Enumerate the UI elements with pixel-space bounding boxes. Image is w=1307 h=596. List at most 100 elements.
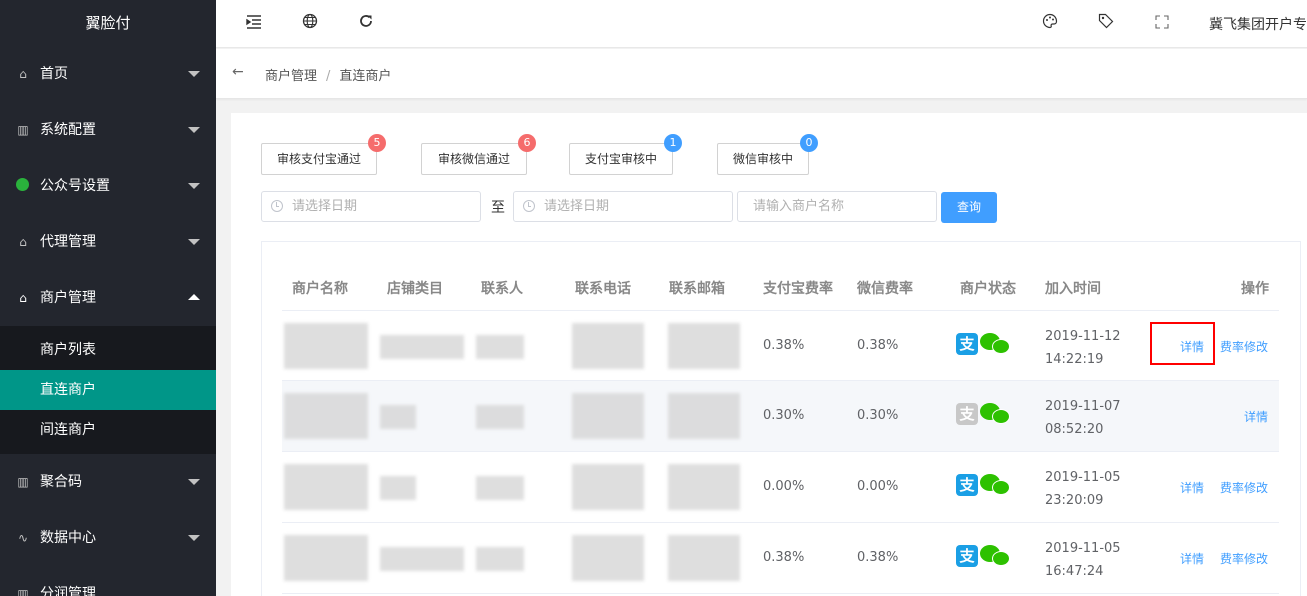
alipay-inactive-icon: 支 xyxy=(956,403,978,425)
wechat-rate: 0.30% xyxy=(857,408,899,423)
wechat-pay-icon xyxy=(980,403,1011,427)
wechat-pay-icon xyxy=(980,333,1011,357)
column-header: 联系邮箱 xyxy=(669,281,725,297)
sidebar-item-profit-sharing[interactable]: ▥ 分润管理 xyxy=(0,566,216,596)
end-date-input[interactable]: 请选择日期 xyxy=(513,191,733,222)
join-date: 2019-11-05 xyxy=(1045,541,1121,556)
query-button[interactable]: 查询 xyxy=(941,192,997,223)
sidebar-item-data-center[interactable]: ∿ 数据中心 xyxy=(0,510,216,566)
sidebar-subitem-merchant-list[interactable]: 商户列表 xyxy=(0,330,216,370)
search-placeholder: 请输入商户名称 xyxy=(753,199,845,214)
back-arrow-icon[interactable]: ← xyxy=(232,64,244,80)
globe-icon[interactable] xyxy=(298,12,322,36)
fullscreen-icon[interactable] xyxy=(1150,12,1174,36)
join-date: 2019-11-07 xyxy=(1045,399,1121,414)
merchant-table: 商户名称 店铺类目 联系人 联系电话 联系邮箱 支付宝费率 微信费率 商户状态 … xyxy=(261,241,1301,596)
redacted-merchant-name xyxy=(284,323,368,369)
filter-alipay-reviewing-button[interactable]: 支付宝审核中 1 xyxy=(569,134,682,175)
sidebar-subitem-direct-merchant[interactable]: 直连商户 xyxy=(0,370,216,410)
join-clock: 23:20:09 xyxy=(1045,493,1104,508)
detail-link[interactable]: 详情 xyxy=(1244,408,1268,425)
start-date-input[interactable]: 请选择日期 xyxy=(261,191,481,222)
wechat-rate: 0.38% xyxy=(857,550,899,565)
redacted-category xyxy=(380,335,464,359)
chart-icon: ▥ xyxy=(17,475,29,489)
redacted-phone xyxy=(572,323,644,369)
column-header: 联系电话 xyxy=(575,281,631,297)
palette-icon[interactable] xyxy=(1038,12,1062,36)
join-date: 2019-11-12 xyxy=(1045,329,1121,344)
column-header: 商户名称 xyxy=(292,281,348,297)
detail-link[interactable]: 详情 xyxy=(1180,550,1204,567)
table-row: 0.00% 0.00% 支 2019-11-05 23:20:09 详情 费率修改 xyxy=(282,452,1279,523)
alipay-icon: 支 xyxy=(956,474,978,496)
redacted-merchant-name xyxy=(284,535,368,581)
sidebar-item-label: 商户管理 xyxy=(40,290,96,306)
sidebar-item-agent[interactable]: ⌂ 代理管理 xyxy=(0,214,216,270)
chart-icon: ▥ xyxy=(17,587,29,596)
sidebar-item-home[interactable]: ⌂ 首页 xyxy=(0,46,216,102)
table-row: 0.38% 0.38% 支 2019-11-05 16:47:24 详情 费率修改 xyxy=(282,523,1279,594)
join-clock: 08:52:20 xyxy=(1045,422,1104,437)
wechat-rate: 0.38% xyxy=(857,338,899,353)
detail-link[interactable]: 详情 xyxy=(1180,479,1204,496)
tag-icon[interactable] xyxy=(1094,12,1118,36)
edit-rate-link[interactable]: 费率修改 xyxy=(1220,550,1268,567)
alipay-rate: 0.30% xyxy=(763,408,805,423)
sidebar-item-aggregate-code[interactable]: ▥ 聚合码 xyxy=(0,454,216,510)
app-logo-title: 翼脸付 xyxy=(85,14,131,32)
sidebar-item-official-account[interactable]: 公众号设置 xyxy=(0,158,216,214)
date-placeholder: 请选择日期 xyxy=(544,199,610,214)
count-badge: 1 xyxy=(664,134,682,152)
sidebar-subitem-indirect-merchant[interactable]: 间连商户 xyxy=(0,410,216,450)
join-time: 2019-11-07 08:52:20 xyxy=(1045,395,1121,441)
redacted-email xyxy=(668,323,740,369)
redacted-contact xyxy=(476,547,524,571)
pulse-icon: ∿ xyxy=(17,531,29,545)
menu-fold-icon[interactable] xyxy=(242,12,266,36)
edit-rate-link[interactable]: 费率修改 xyxy=(1220,479,1268,496)
sidebar-item-label: 聚合码 xyxy=(40,474,82,490)
clock-icon xyxy=(271,200,283,212)
join-clock: 16:47:24 xyxy=(1045,564,1104,579)
alipay-icon: 支 xyxy=(956,545,978,567)
chevron-up-icon xyxy=(188,294,200,300)
filter-wechat-reviewing-button[interactable]: 微信审核中 0 xyxy=(717,134,818,175)
table-row: 0.30% 0.30% 支 2019-11-07 08:52:20 详情 xyxy=(282,381,1279,452)
chevron-down-icon xyxy=(188,71,200,77)
breadcrumb-item[interactable]: 商户管理 xyxy=(265,69,317,84)
redacted-category xyxy=(380,476,416,500)
filter-wechat-approved-button[interactable]: 审核微信通过 6 xyxy=(421,134,536,175)
column-header: 商户状态 xyxy=(960,281,1016,297)
column-header: 店铺类目 xyxy=(387,281,443,297)
alipay-rate: 0.38% xyxy=(763,550,805,565)
column-header: 联系人 xyxy=(481,281,523,297)
detail-link[interactable]: 详情 xyxy=(1180,338,1204,355)
redacted-contact xyxy=(476,476,524,500)
wechat-rate: 0.00% xyxy=(857,479,899,494)
sidebar: 翼脸付 ⌂ 首页 ▥ 系统配置 公众号设置 ⌂ 代理管理 ⌂ 商户管理 商户列表 直连商… xyxy=(0,0,216,596)
chevron-down-icon xyxy=(188,127,200,133)
sidebar-item-label: 首页 xyxy=(40,66,68,82)
breadcrumb-current: 直连商户 xyxy=(339,69,392,84)
redacted-contact xyxy=(476,405,524,429)
edit-rate-link[interactable]: 费率修改 xyxy=(1220,338,1268,355)
column-header: 微信费率 xyxy=(857,281,913,297)
filter-alipay-approved-button[interactable]: 审核支付宝通过 5 xyxy=(261,134,386,175)
date-placeholder: 请选择日期 xyxy=(292,199,358,214)
redacted-merchant-name xyxy=(284,464,368,510)
wechat-pay-icon xyxy=(980,474,1011,498)
chevron-down-icon xyxy=(188,183,200,189)
redacted-email xyxy=(668,535,740,581)
column-header: 加入时间 xyxy=(1045,281,1101,297)
join-time: 2019-11-05 16:47:24 xyxy=(1045,537,1121,583)
sidebar-item-label: 分润管理 xyxy=(40,586,96,596)
alipay-rate: 0.00% xyxy=(763,479,805,494)
user-name[interactable]: 冀飞集团开户专 xyxy=(1209,14,1307,34)
wechat-pay-icon xyxy=(980,545,1011,569)
refresh-icon[interactable] xyxy=(354,12,378,36)
sidebar-item-merchant[interactable]: ⌂ 商户管理 xyxy=(0,270,216,326)
merchant-name-search-input[interactable]: 请输入商户名称 xyxy=(737,191,937,222)
sidebar-item-label: 数据中心 xyxy=(40,530,96,546)
sidebar-item-system-config[interactable]: ▥ 系统配置 xyxy=(0,102,216,158)
